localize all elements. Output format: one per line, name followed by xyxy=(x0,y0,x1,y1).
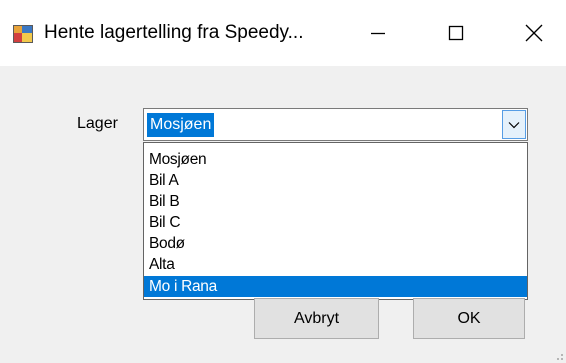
close-icon xyxy=(525,24,543,42)
dropdown-arrow-button[interactable] xyxy=(502,110,526,139)
lager-dropdown-list: Mosjøen Bil A Bil B Bil C Bodø Alta Mo i… xyxy=(143,142,528,300)
lager-label: Lager xyxy=(77,115,118,132)
title-bar[interactable]: Hente lagertelling fra Speedy... xyxy=(0,0,566,66)
resize-grip-icon[interactable] xyxy=(554,351,564,361)
close-button[interactable] xyxy=(502,0,566,66)
dialog-window: Hente lagertelling fra Speedy... Lager M… xyxy=(0,0,566,363)
minimize-button[interactable] xyxy=(346,0,410,66)
minimize-icon xyxy=(371,32,385,35)
dropdown-option-highlighted[interactable]: Mo i Rana xyxy=(144,276,527,297)
dropdown-option[interactable]: Alta xyxy=(144,254,527,275)
window-title: Hente lagertelling fra Speedy... xyxy=(44,22,304,43)
dropdown-option[interactable]: Mosjøen xyxy=(144,149,527,170)
dropdown-option[interactable]: Bodø xyxy=(144,233,527,254)
ok-button[interactable]: OK xyxy=(413,298,525,339)
combo-selected-value[interactable]: Mosjøen xyxy=(147,113,215,137)
chevron-down-icon xyxy=(508,121,520,128)
maximize-icon xyxy=(448,25,464,41)
dropdown-option[interactable]: Bil C xyxy=(144,212,527,233)
lager-combobox[interactable]: Mosjøen xyxy=(143,108,528,141)
dropdown-option[interactable]: Bil A xyxy=(144,170,527,191)
dropdown-option[interactable]: Bil B xyxy=(144,191,527,212)
maximize-button[interactable] xyxy=(424,0,488,66)
app-icon xyxy=(13,25,33,43)
cancel-button[interactable]: Avbryt xyxy=(254,298,379,339)
